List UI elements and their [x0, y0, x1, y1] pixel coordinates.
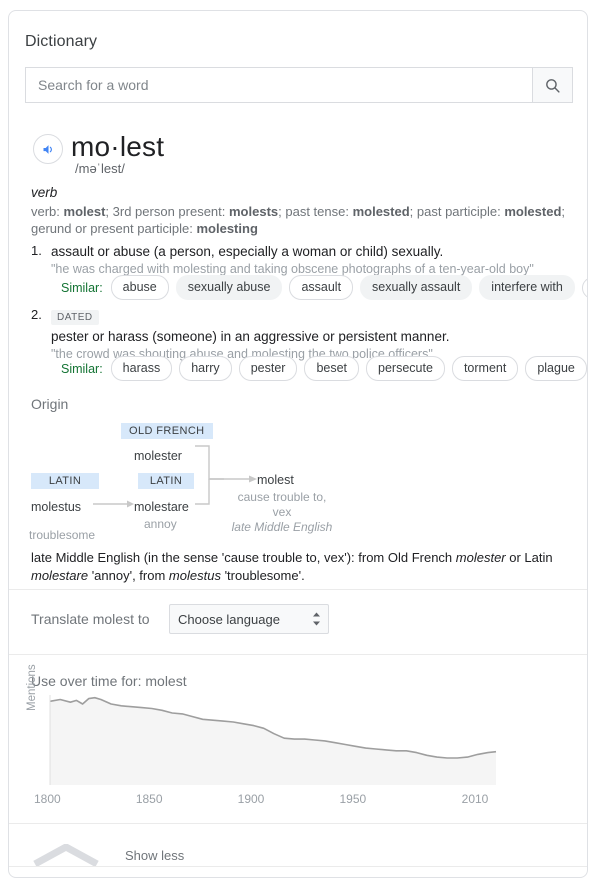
synonym-chip[interactable]: abuse — [110, 275, 169, 300]
synonym-chip[interactable]: torment — [451, 356, 519, 381]
synonym-chip[interactable]: pester — [238, 356, 298, 381]
search-button[interactable] — [532, 68, 572, 102]
etym-lang-latin-2: LATIN — [138, 473, 194, 489]
synonyms-row-2: Similar: harass harry pester beset perse… — [61, 356, 587, 381]
sense-number: 1. — [31, 243, 42, 258]
pronounce-button[interactable] — [33, 134, 63, 164]
inflections: verb: molest; 3rd person present: molest… — [31, 204, 566, 236]
usage-chart — [9, 691, 587, 811]
synonym-chip[interactable]: sexually assault — [360, 275, 473, 300]
divider — [9, 866, 587, 867]
etym-word-molester: molester — [134, 449, 182, 463]
etym-lang-latin-1: LATIN — [31, 473, 99, 489]
feedback-link[interactable]: Feedback — [516, 877, 571, 878]
synonyms-row-1: Similar: abuse sexually abuse assault se… — [61, 275, 588, 300]
sense-number: 2. — [31, 307, 42, 322]
search-input[interactable] — [26, 68, 532, 102]
translate-label: Translate molest to — [31, 611, 150, 627]
divider — [9, 654, 587, 655]
chevron-up-icon — [33, 844, 99, 866]
etym-gloss-troublesome: troublesome — [29, 528, 96, 542]
chart-x-tick: 1950 — [339, 792, 367, 806]
chart-x-tick: 1900 — [237, 792, 265, 806]
etym-lang-old-french: OLD FRENCH — [121, 423, 213, 439]
usage-label-badge: DATED — [51, 310, 99, 325]
usage-chart-svg — [49, 695, 497, 785]
sense-2: 2. DATED pester or harass (someone) in a… — [31, 307, 585, 362]
speaker-icon — [43, 144, 52, 154]
synonym-chip[interactable]: harry — [179, 356, 232, 381]
headword: mo·lest — [71, 131, 165, 162]
synonym-chip[interactable]: harass — [110, 356, 173, 381]
chart-x-tick: 2010 — [461, 792, 489, 806]
synonym-chip[interactable]: assault — [289, 275, 354, 300]
synonym-chip[interactable]: plague — [525, 356, 587, 381]
search-bar — [25, 67, 573, 103]
etymology-diagram: OLD FRENCH molester LATIN molestus troub… — [9, 416, 587, 546]
phonetic-respelling: /məˈlest/ — [75, 161, 125, 176]
origin-paragraph: late Middle English (in the sense 'cause… — [31, 550, 553, 583]
chevron-down-icon — [587, 282, 588, 293]
etym-gloss-vex: vex — [272, 505, 292, 519]
chart-x-tick: 1850 — [135, 792, 163, 806]
sense-definition: assault or abuse (a person, especially a… — [51, 244, 444, 259]
search-icon — [546, 78, 560, 93]
dictionary-card: Dictionary mo·lest /məˈlest/ verb verb: … — [8, 10, 588, 878]
synonym-chip[interactable]: sexually abuse — [175, 275, 283, 300]
chart-title: Use over time for: molest — [31, 673, 187, 689]
show-less-button[interactable]: Show less — [33, 837, 333, 873]
etym-word-molest: molest — [257, 473, 294, 487]
page-title: Dictionary — [25, 33, 98, 50]
etym-gloss-cause-trouble: cause trouble to, — [237, 490, 327, 504]
divider — [9, 589, 587, 590]
part-of-speech: verb — [31, 185, 58, 200]
sense-1: 1. assault or abuse (a person, especiall… — [31, 243, 585, 277]
sense-definition: pester or harass (someone) in an aggress… — [51, 329, 450, 344]
origin-heading: Origin — [31, 396, 69, 412]
chart-x-tick: 1800 — [34, 792, 61, 806]
synonym-chip[interactable]: beset — [304, 356, 360, 381]
language-select[interactable]: Choose language — [169, 604, 329, 634]
etym-word-molestus: molestus — [31, 500, 82, 514]
synonym-chip[interactable]: persecute — [366, 356, 445, 381]
divider — [9, 823, 587, 824]
similar-label: Similar: — [61, 361, 103, 376]
expand-synonyms-button[interactable] — [581, 276, 588, 299]
show-less-label: Show less — [125, 847, 185, 863]
etym-gloss-annoy: annoy — [144, 517, 177, 531]
synonym-chip[interactable]: interfere with — [479, 275, 575, 300]
etym-era-late-middle-english: late Middle English — [231, 520, 333, 534]
source-attribution: From Oxford — [31, 877, 101, 878]
etym-word-molestare: molestare — [134, 500, 189, 514]
similar-label: Similar: — [61, 280, 103, 295]
